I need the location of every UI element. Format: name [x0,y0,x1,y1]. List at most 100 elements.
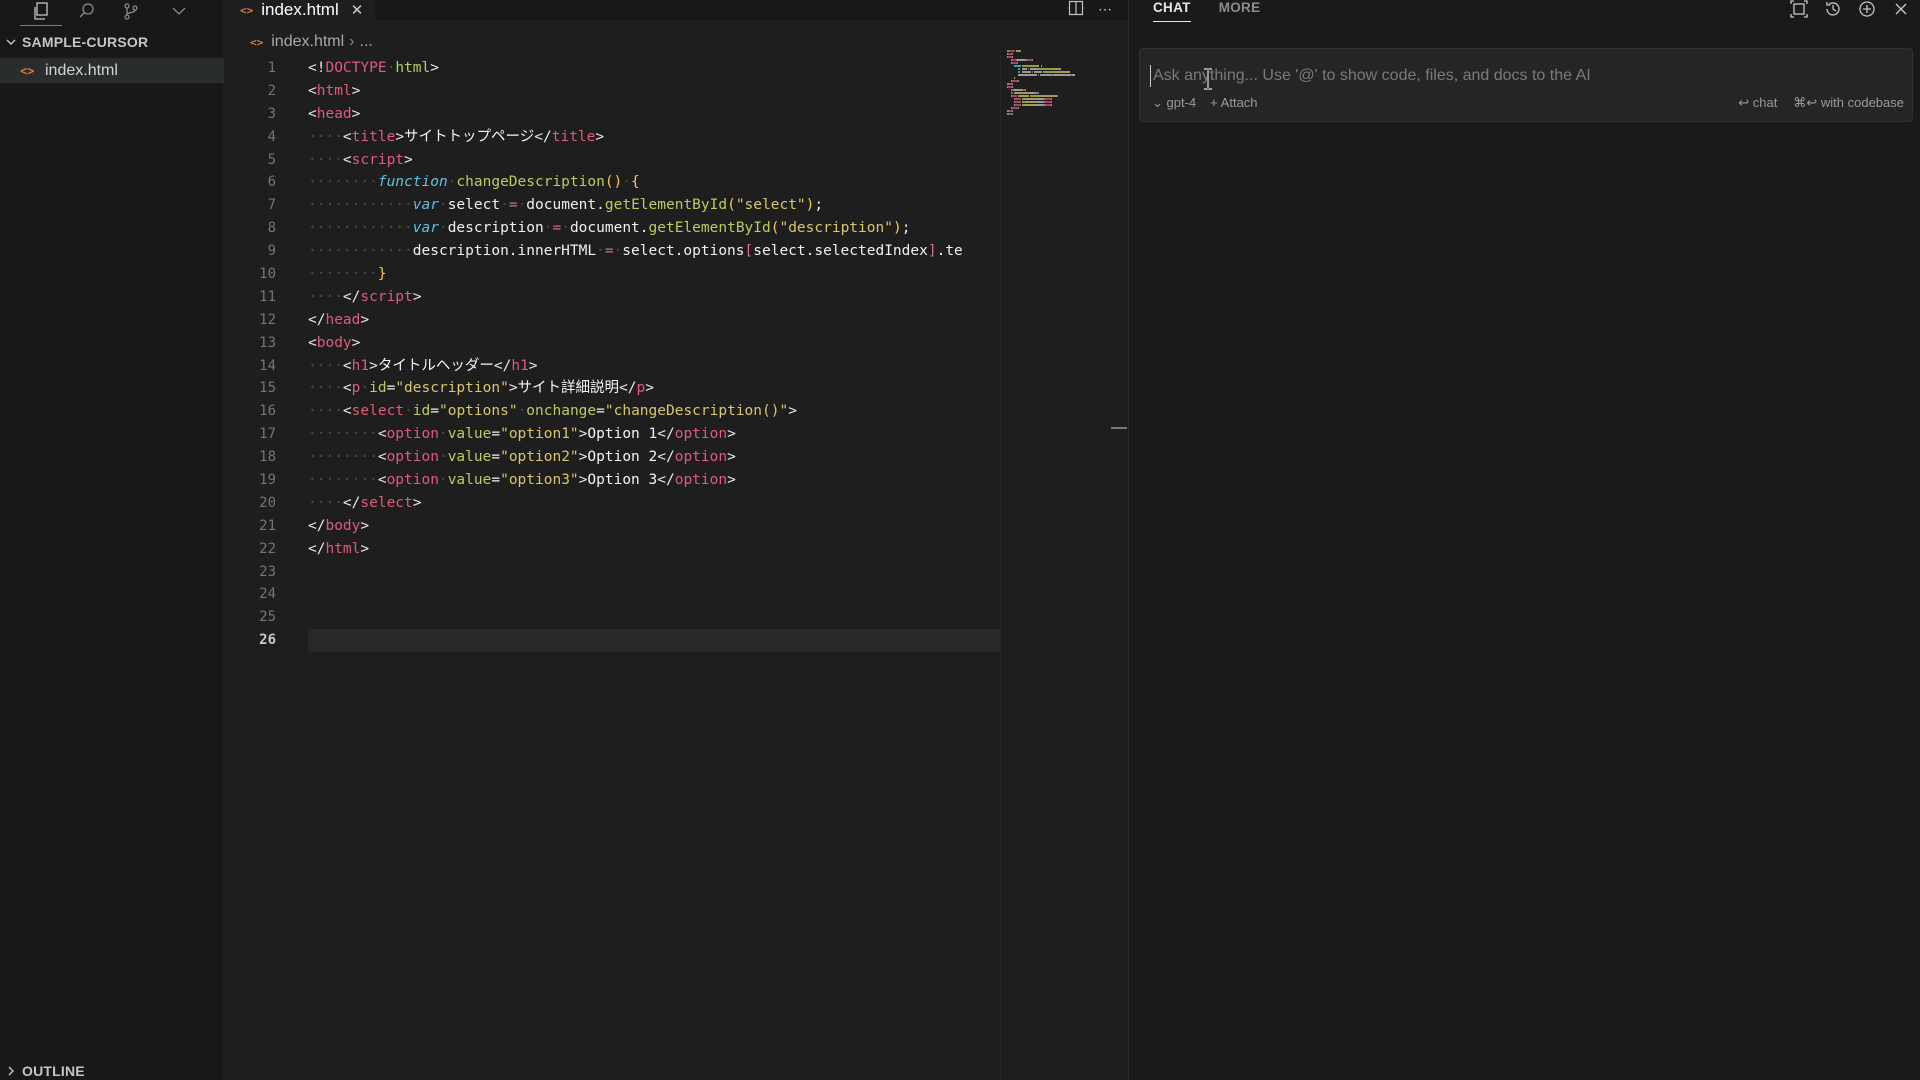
code-line[interactable]: 2 <html> [224,80,1000,103]
minimap-token [1029,68,1038,70]
tab-more[interactable]: MORE [1219,0,1261,22]
code-token: > [351,82,361,99]
code-token: h1 [351,357,370,374]
code-token: ········ [308,426,378,443]
code-line[interactable]: 11 ····</script> [224,286,1000,309]
line-content: ········<option·value="option2">Option 2… [308,446,736,469]
new-chat-icon[interactable] [1858,0,1876,18]
file-item-index-html[interactable]: <> index.html [0,58,224,83]
minimap-token [1012,83,1014,85]
minimap-token [1015,101,1021,103]
code-token: "description" [395,380,509,397]
code-line[interactable]: 23 [224,561,1000,584]
code-token: document. [569,220,649,237]
code-line[interactable]: 14 ····<h1>タイトルヘッダー</h1> [224,355,1000,378]
breadcrumb-symbol[interactable]: ... [360,33,373,51]
code-line[interactable]: 3 <head> [224,103,1000,126]
chat-panel: CHAT MORE ⌄ gpt-4 + Attach [1128,0,1920,1080]
close-icon[interactable]: ✕ [351,1,364,19]
code-line[interactable]: 4 ····<title>サイトトップページ</title> [224,126,1000,149]
code-line[interactable]: 16 ····<select·id="options"·onchange="cha… [224,400,1000,423]
code-line[interactable]: 20 ····</select> [224,492,1000,515]
code-token: ] [927,243,937,260]
code-line[interactable]: 6 ········function·changeDescription()·{ [224,171,1000,194]
minimap-token [1037,65,1040,67]
code-line[interactable]: 9 ············description.innerHTML·=·sel… [224,240,1000,263]
code-token: .te [936,243,963,260]
line-content: </body> [308,515,369,538]
code-line[interactable]: 15 ····<p·id="description">サイト詳細説明</p> [224,377,1000,400]
code-token: </ [493,357,512,374]
code-line[interactable]: 21 </body> [224,515,1000,538]
file-name: index.html [45,61,118,79]
submit-codebase-hint[interactable]: ⌘↩ with codebase [1793,95,1904,111]
code-token: </ [342,288,361,305]
code-line[interactable]: 1 <!DOCTYPE·html> [224,57,1000,80]
code-token: select [351,403,405,420]
line-content: ····<title>サイトトップページ</title> [308,126,604,149]
minimap-token [1014,77,1016,79]
close-icon[interactable] [1892,0,1910,18]
code-line[interactable]: 17 ········<option·value="option1">Option… [224,423,1000,446]
code-line[interactable]: 22 </html> [224,538,1000,561]
model-selector[interactable]: ⌄ gpt-4 [1152,95,1196,111]
code-token: </ [619,380,637,397]
line-number: 25 [259,609,276,626]
code-token: = [491,426,501,443]
line-number: 22 [259,540,276,557]
breadcrumb-file[interactable]: index.html [271,33,344,51]
code-line[interactable]: 25 [224,606,1000,629]
code-line[interactable]: 19 ········<option·value="option3">Option… [224,469,1000,492]
code-line[interactable]: 24 [224,583,1000,606]
files-icon[interactable] [28,0,54,22]
outline-section-header[interactable]: OUTLINE [0,1060,224,1080]
maximize-icon[interactable] [1790,0,1808,18]
minimap-token [1011,53,1013,55]
code-token: サイトトップページ [404,128,535,145]
chat-input-box[interactable]: ⌄ gpt-4 + Attach ↩ chat ⌘↩ with codebase [1139,48,1913,122]
breadcrumb: <> index.html › ... [250,32,373,52]
code-token: getElementById [648,220,771,237]
minimap-token [1017,71,1021,73]
tab-index-html[interactable]: <> index.html ✕ [224,0,376,20]
chat-input[interactable] [1150,65,1890,87]
attach-button[interactable]: + Attach [1210,95,1257,111]
scrollbar-thumb[interactable] [1111,427,1127,429]
code-token: value [447,472,492,489]
minimap-token [1036,98,1044,100]
code-token: = [430,403,439,420]
line-content: ············description.innerHTML·=·sele… [308,240,963,263]
code-line[interactable]: 13 <body> [224,332,1000,355]
code-area[interactable]: 1 <!DOCTYPE·html> 2 <html> 3 <head> 4 ····<titl… [224,57,1000,653]
minimap[interactable] [1000,50,1110,1080]
code-token: </ [308,517,326,534]
code-line[interactable]: 12 </head> [224,309,1000,332]
code-line[interactable]: 18 ········<option·value="option2">Option… [224,446,1000,469]
source-control-icon[interactable] [118,0,144,22]
code-line[interactable]: 26 [224,629,1000,653]
line-content: <body> [308,332,360,355]
search-icon[interactable] [74,0,100,22]
code-token: Option 1 [587,426,658,443]
activity-bar [0,0,224,26]
line-content: ········} [308,263,387,286]
more-actions-icon[interactable]: ⋯ [1098,1,1112,18]
minimap-token [1034,71,1043,73]
code-line[interactable]: 7 ············var·select·=·document.getEl… [224,194,1000,217]
code-line[interactable]: 8 ············var·description·=·document.… [224,217,1000,240]
minimap-token [1017,68,1021,70]
split-editor-icon[interactable] [1068,0,1084,19]
submit-chat-hint[interactable]: ↩ chat [1738,95,1777,111]
code-token: ; [901,220,911,237]
code-token: option [674,472,728,489]
line-content: <!DOCTYPE·html> [308,57,439,80]
tab-chat[interactable]: CHAT [1153,0,1191,22]
code-token: script [351,151,405,168]
line-number: 6 [267,174,276,191]
minimap-token [1014,65,1022,67]
code-line[interactable]: 10 ········} [224,263,1000,286]
explorer-section-header[interactable]: SAMPLE-CURSOR [0,31,224,53]
history-icon[interactable] [1824,0,1842,18]
chevron-down-icon[interactable] [166,0,192,22]
code-line[interactable]: 5 ····<script> [224,149,1000,172]
